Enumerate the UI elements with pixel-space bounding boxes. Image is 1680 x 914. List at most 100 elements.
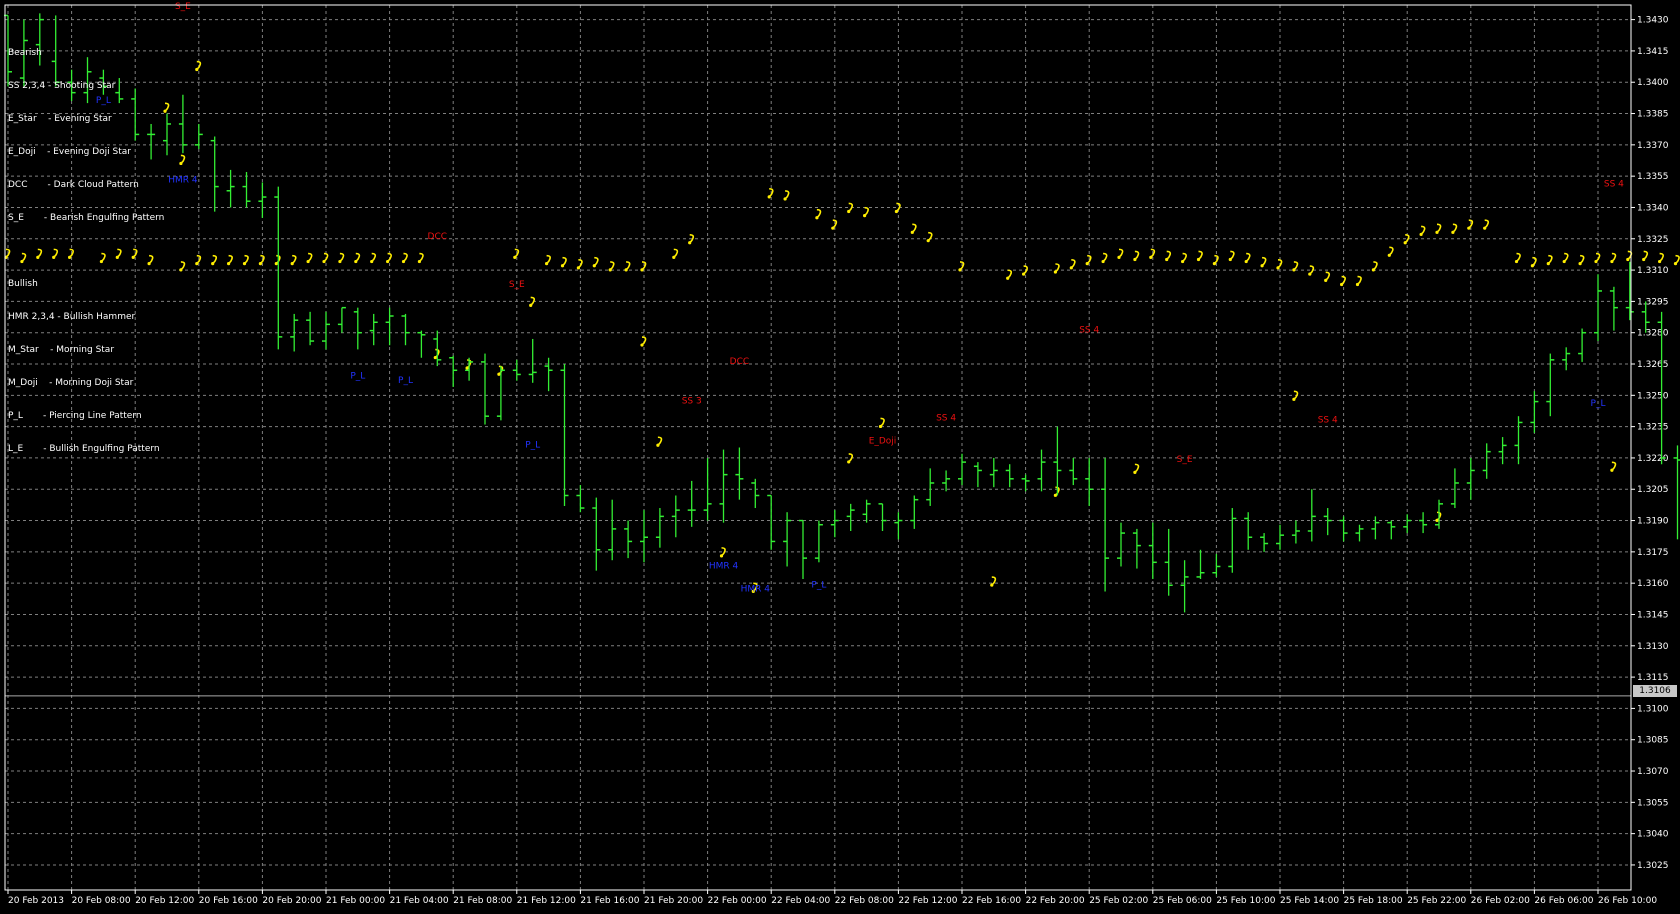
fractal-dot	[1054, 494, 1057, 497]
price-chart[interactable]: 1.34301.34151.34001.33851.33701.33551.33…	[0, 0, 1680, 909]
bearish-pattern-label: SS 4	[1604, 180, 1624, 190]
fractal-dot	[466, 366, 469, 369]
fractal-dot	[593, 264, 596, 267]
fractal-dot	[275, 262, 278, 265]
y-tick-label: 1.3025	[1637, 861, 1669, 871]
fractal-dot	[1229, 258, 1232, 261]
x-tick-label: 25 Feb 06:00	[1153, 896, 1212, 906]
fractal-dot	[640, 343, 643, 346]
fractal-dot	[132, 256, 135, 259]
fractal-dot	[1070, 266, 1073, 269]
fractal-dot	[1563, 260, 1566, 263]
y-tick-label: 1.3175	[1637, 548, 1669, 558]
bullish-pattern-label: P_L	[96, 96, 111, 106]
fractal-dot	[768, 195, 771, 198]
fractal-dot	[1610, 469, 1613, 472]
fractal-dot	[195, 68, 198, 71]
y-tick-label: 1.3325	[1637, 235, 1669, 245]
x-tick-label: 21 Feb 00:00	[326, 896, 385, 906]
fractal-dot	[1022, 272, 1025, 275]
fractal-dot	[1531, 264, 1534, 267]
x-tick-label: 22 Feb 12:00	[898, 896, 957, 906]
fractal-dot	[370, 260, 373, 263]
fractal-dot	[1451, 231, 1454, 234]
fractal-dot	[1324, 279, 1327, 282]
bullish-pattern-label: HMR 4	[168, 175, 198, 185]
fractal-dot	[386, 260, 389, 263]
x-tick-label: 21 Feb 08:00	[453, 896, 512, 906]
fractal-dot	[1658, 260, 1661, 263]
fractal-dot	[20, 260, 23, 263]
y-tick-label: 1.3190	[1637, 517, 1669, 527]
y-tick-label: 1.3400	[1637, 78, 1669, 88]
bearish-pattern-label: E_Doji	[869, 436, 897, 446]
y-tick-label: 1.3145	[1637, 610, 1669, 620]
fractal-dot	[545, 262, 548, 265]
x-tick-label: 20 Feb 12:00	[135, 896, 194, 906]
x-tick-label: 25 Feb 22:00	[1407, 896, 1466, 906]
y-tick-label: 1.3085	[1637, 736, 1669, 746]
bullish-pattern-label: P_L	[811, 580, 826, 590]
x-tick-label: 20 Feb 08:00	[72, 896, 131, 906]
y-tick-label: 1.3340	[1637, 203, 1669, 213]
y-tick-label: 1.3385	[1637, 110, 1669, 120]
fractal-dot	[529, 304, 532, 307]
y-tick-label: 1.3040	[1637, 830, 1669, 840]
fractal-dot	[911, 231, 914, 234]
fractal-dot	[1372, 268, 1375, 271]
fractal-dot	[36, 256, 39, 259]
fractal-dot	[672, 256, 675, 259]
fractal-dot	[1420, 233, 1423, 236]
fractal-dot	[1181, 260, 1184, 263]
fractal-dot	[1579, 262, 1582, 265]
x-tick-label: 25 Feb 02:00	[1089, 896, 1148, 906]
fractal-dot	[879, 425, 882, 428]
fractal-dot	[259, 262, 262, 265]
fractal-dot	[990, 583, 993, 586]
fractal-dot	[1213, 262, 1216, 265]
fractal-dot	[179, 268, 182, 271]
fractal-dot	[211, 262, 214, 265]
fractal-dot	[116, 256, 119, 259]
y-tick-label: 1.3310	[1637, 266, 1669, 276]
x-tick-label: 22 Feb 16:00	[962, 896, 1021, 906]
fractal-dot	[148, 262, 151, 265]
fractal-dot	[338, 260, 341, 263]
fractal-dot	[52, 256, 55, 259]
fractal-dot	[179, 162, 182, 165]
bullish-pattern-label: P_L	[350, 372, 365, 382]
bearish-pattern-label: SS 4	[1318, 415, 1338, 425]
x-tick-label: 21 Feb 16:00	[580, 896, 639, 906]
fractal-dot	[1356, 283, 1359, 286]
fractal-dot	[1165, 258, 1168, 261]
fractal-dot	[1515, 260, 1518, 263]
fractal-dot	[958, 268, 961, 271]
fractal-dot	[307, 260, 310, 263]
bearish-pattern-label: S_E	[175, 2, 191, 12]
y-tick-label: 1.3220	[1637, 454, 1669, 464]
fractal-dot	[1404, 241, 1407, 244]
y-tick-label: 1.3235	[1637, 423, 1669, 433]
x-tick-label: 21 Feb 04:00	[390, 896, 449, 906]
fractal-dot	[847, 210, 850, 213]
y-tick-label: 1.3160	[1637, 579, 1669, 589]
y-tick-label: 1.3100	[1637, 704, 1669, 714]
bearish-pattern-label: S_E	[1177, 455, 1193, 465]
x-tick-label: 20 Feb 20:00	[262, 896, 321, 906]
fractal-dot	[609, 268, 612, 271]
fractal-dot	[1594, 260, 1597, 263]
fractal-dot	[1292, 268, 1295, 271]
chart-canvas[interactable]: 1.34301.34151.34001.33851.33701.33551.33…	[0, 0, 1680, 909]
y-tick-label: 1.3205	[1637, 485, 1669, 495]
bearish-pattern-label: SS 4	[1079, 326, 1099, 336]
fractal-dot	[1626, 258, 1629, 261]
fractal-dot	[100, 260, 103, 263]
fractal-dot	[831, 227, 834, 230]
bearish-pattern-label: SS 4	[936, 413, 956, 423]
fractal-dot	[815, 216, 818, 219]
y-tick-label: 1.3115	[1637, 673, 1669, 683]
fractal-dot	[1245, 260, 1248, 263]
fractal-dot	[1006, 277, 1009, 280]
fractal-dot	[1674, 262, 1677, 265]
fractal-dot	[68, 256, 71, 259]
